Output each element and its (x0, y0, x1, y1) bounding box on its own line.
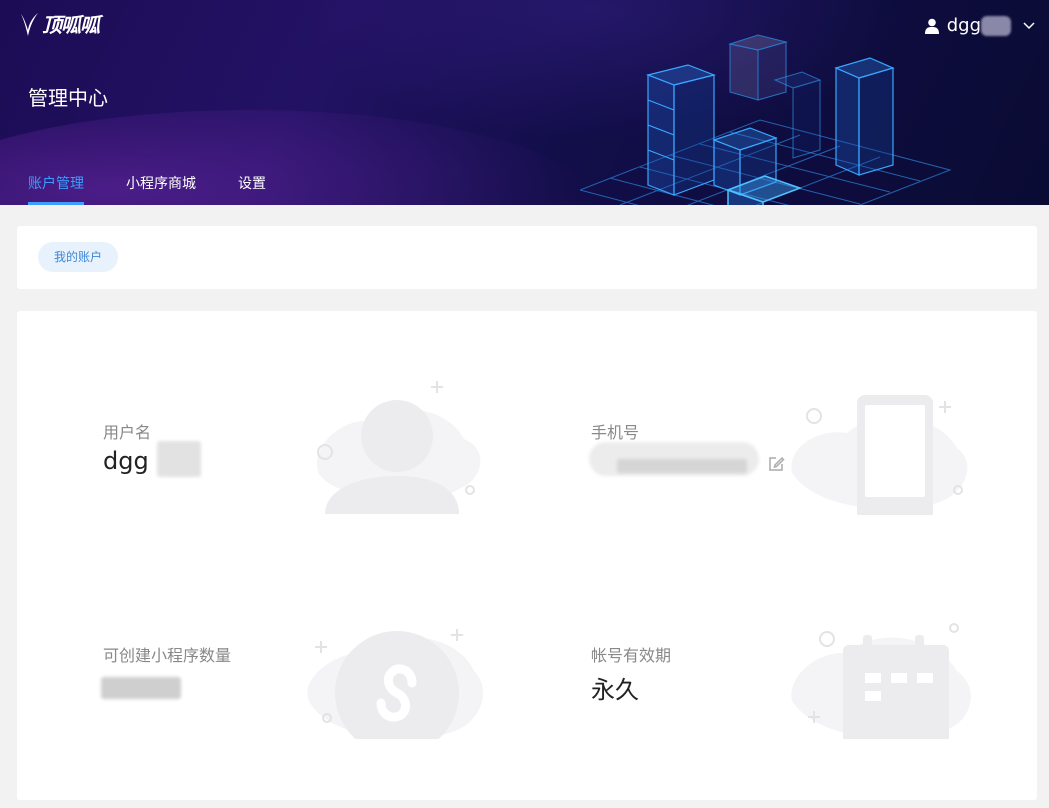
redacted-username (157, 441, 201, 477)
validity-value: 永久 (591, 676, 639, 704)
user-name: dgg (946, 15, 981, 36)
username-label: 用户名 (103, 423, 152, 442)
validity-item: 帐号有效期 永久 (591, 642, 671, 705)
nav-tabs: 账户管理 小程序商城 设置 (28, 173, 308, 205)
user-menu[interactable]: dgg (924, 15, 1035, 36)
logo-text: 顶呱呱 (42, 13, 100, 37)
tab-account-management[interactable]: 账户管理 (28, 173, 84, 205)
miniapp-quota-label: 可创建小程序数量 (103, 646, 232, 665)
tab-miniapp-store[interactable]: 小程序商城 (126, 173, 196, 205)
isometric-buildings-illustration (580, 34, 952, 205)
page-title: 管理中心 (28, 86, 108, 110)
username-value: dgg (103, 447, 149, 475)
miniprogram-illustration-icon (307, 629, 484, 739)
redacted-username-suffix (981, 15, 1011, 36)
validity-label: 帐号有效期 (591, 646, 672, 665)
logo[interactable]: 顶呱呱 (18, 9, 100, 38)
account-info-card: 用户名 dgg 手机号 可创建小程序数量 帐号有效期 永久 (17, 311, 1037, 800)
edit-icon[interactable] (767, 455, 785, 473)
phone-label: 手机号 (591, 423, 640, 442)
header-banner: 顶呱呱 dgg 管理中心 账户管理 小程序商城 设置 (0, 0, 1049, 205)
breadcrumb-card: 我的账户 (17, 226, 1037, 289)
username-item: 用户名 dgg (103, 419, 151, 475)
redacted-phone-digits (617, 459, 747, 473)
chevron-down-icon (1023, 21, 1035, 29)
person-illustration-icon (317, 381, 481, 514)
logo-mark-icon (21, 12, 38, 36)
redacted-miniapp-quota (101, 677, 181, 699)
calendar-illustration-icon (791, 623, 971, 739)
miniapp-quota-item: 可创建小程序数量 (103, 642, 231, 670)
phone-illustration-icon (791, 395, 968, 515)
user-icon (924, 18, 939, 34)
my-account-pill[interactable]: 我的账户 (38, 242, 119, 272)
tab-settings[interactable]: 设置 (238, 173, 266, 205)
